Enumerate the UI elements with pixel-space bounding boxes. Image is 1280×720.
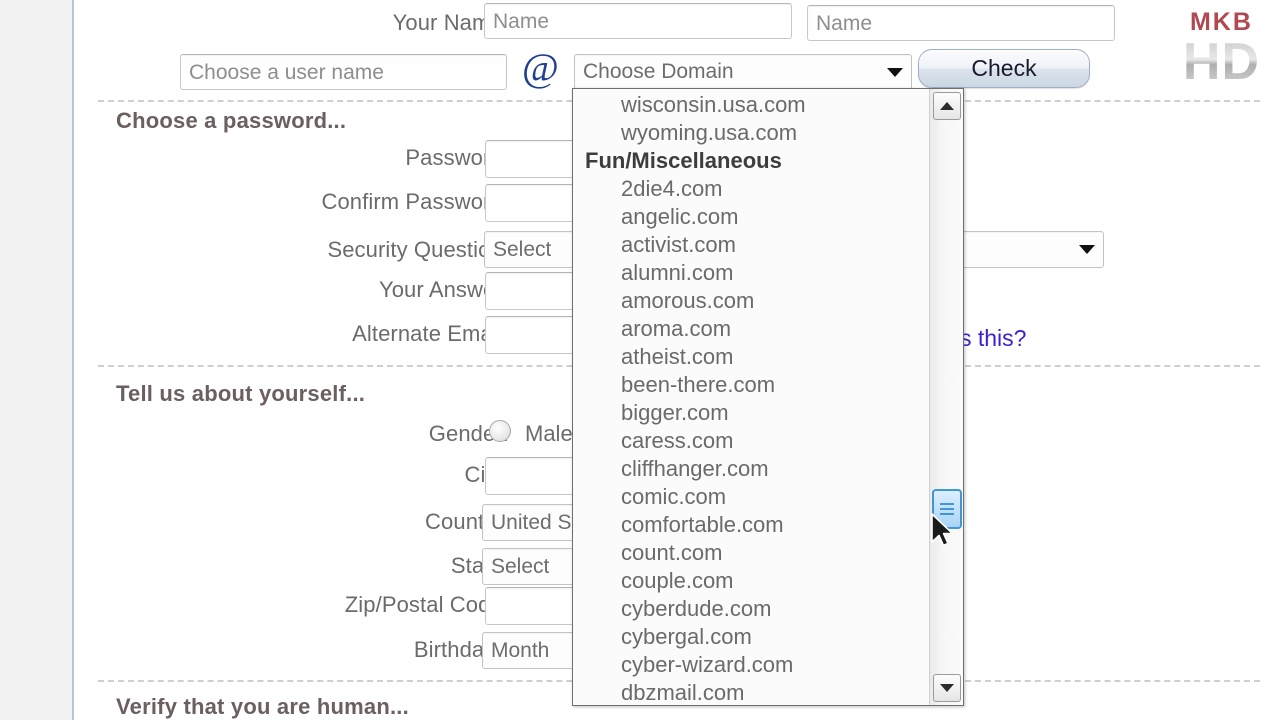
domain-option[interactable]: comfortable.com bbox=[573, 511, 929, 539]
domain-option[interactable]: 2die4.com bbox=[573, 175, 929, 203]
domain-option[interactable]: wisconsin.usa.com bbox=[573, 91, 929, 119]
domain-option-list[interactable]: wisconsin.usa.com wyoming.usa.com Fun/Misc… bbox=[573, 89, 929, 705]
signup-form-pane: MKB HD Your Name: Name Name Choose a use… bbox=[72, 0, 1280, 720]
your-name-label: Your Name: bbox=[392, 10, 509, 35]
arrow-up-glyph bbox=[940, 102, 954, 110]
birthdate-month-value: Month bbox=[491, 638, 550, 662]
at-symbol-icon: @ bbox=[522, 45, 559, 90]
domain-option[interactable]: alumni.com bbox=[573, 259, 929, 287]
state-label: State: bbox=[450, 553, 509, 578]
domain-option[interactable]: cyber-wizard.com bbox=[573, 651, 929, 679]
password-section-heading: Choose a password... bbox=[116, 108, 347, 133]
verify-section-heading: Verify that you are human... bbox=[116, 694, 409, 719]
domain-select-value: Choose Domain bbox=[583, 60, 734, 83]
gender-label: Gender: bbox=[428, 421, 509, 446]
gender-male-radio[interactable] bbox=[489, 420, 511, 442]
browser-page: MKB HD Your Name: Name Name Choose a use… bbox=[0, 0, 1280, 720]
domain-option[interactable]: dbzmail.com bbox=[573, 679, 929, 705]
domain-option[interactable]: amorous.com bbox=[573, 287, 929, 315]
domain-select[interactable]: Choose Domain bbox=[574, 54, 912, 90]
zip-label: Zip/Postal Code: bbox=[344, 592, 509, 617]
mkbhd-watermark: MKB HD bbox=[1182, 8, 1260, 91]
thumb-grip-line bbox=[940, 508, 954, 510]
domain-option[interactable]: wyoming.usa.com bbox=[573, 119, 929, 147]
domain-option[interactable]: angelic.com bbox=[573, 203, 929, 231]
domain-option[interactable]: activist.com bbox=[573, 231, 929, 259]
scroll-up-arrow-icon[interactable] bbox=[933, 92, 961, 120]
chevron-down-icon bbox=[1079, 245, 1095, 254]
domain-option[interactable]: been-there.com bbox=[573, 371, 929, 399]
country-label: Country: bbox=[425, 509, 509, 534]
security-question-value: Select bbox=[493, 237, 552, 261]
domain-option[interactable]: atheist.com bbox=[573, 343, 929, 371]
scrollbar-thumb[interactable] bbox=[932, 489, 962, 529]
watermark-top-text: MKB bbox=[1189, 8, 1253, 36]
confirm-password-label: Confirm Password: bbox=[321, 189, 509, 214]
gender-male-label: Male bbox=[525, 421, 573, 446]
domain-option[interactable]: cybergal.com bbox=[573, 623, 929, 651]
birthdate-label: Birthdate: bbox=[413, 637, 509, 662]
your-answer-label: Your Answer: bbox=[378, 277, 509, 302]
city-label: City: bbox=[174, 462, 509, 488]
watermark-bottom-text: HD bbox=[1182, 33, 1260, 91]
password-label: Password: bbox=[405, 145, 509, 170]
username-placeholder: Choose a user name bbox=[189, 60, 384, 84]
domain-option[interactable]: comic.com bbox=[573, 483, 929, 511]
domain-option[interactable]: cyberdude.com bbox=[573, 595, 929, 623]
alternate-email-label: Alternate Email: bbox=[352, 321, 509, 346]
domain-option[interactable]: caress.com bbox=[573, 427, 929, 455]
arrow-down-glyph bbox=[940, 684, 954, 692]
domain-option[interactable]: bigger.com bbox=[573, 399, 929, 427]
check-button[interactable]: Check bbox=[918, 49, 1090, 88]
domain-option-group: Fun/Miscellaneous bbox=[585, 148, 782, 173]
thumb-grip-line bbox=[940, 513, 954, 515]
last-name-input[interactable]: Name bbox=[807, 5, 1115, 41]
first-name-input[interactable]: Name bbox=[484, 3, 792, 39]
first-name-placeholder: Name bbox=[493, 9, 550, 33]
state-value: Select bbox=[491, 554, 550, 578]
about-section-heading: Tell us about yourself... bbox=[116, 381, 366, 406]
dropdown-scrollbar[interactable] bbox=[929, 89, 963, 705]
thumb-grip-line bbox=[940, 503, 954, 505]
domain-option[interactable]: aroma.com bbox=[573, 315, 929, 343]
last-name-placeholder: Name bbox=[816, 11, 873, 35]
domain-option[interactable]: couple.com bbox=[573, 567, 929, 595]
chevron-down-icon bbox=[887, 67, 903, 77]
domain-dropdown-popup[interactable]: wisconsin.usa.com wyoming.usa.com Fun/Misc… bbox=[572, 88, 964, 706]
security-question-label: Security Question: bbox=[327, 237, 509, 262]
scroll-down-arrow-icon[interactable] bbox=[933, 674, 961, 702]
domain-option[interactable]: count.com bbox=[573, 539, 929, 567]
domain-option[interactable]: cliffhanger.com bbox=[573, 455, 929, 483]
username-input[interactable]: Choose a user name bbox=[180, 54, 507, 90]
